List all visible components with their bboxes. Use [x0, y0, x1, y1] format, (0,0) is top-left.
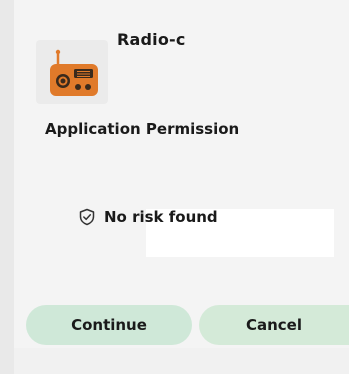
- app-icon-tile: [36, 40, 108, 104]
- section-title: Application Permission: [45, 120, 240, 138]
- left-edge-strip: [0, 0, 14, 374]
- bottom-edge: [14, 348, 349, 374]
- shield-check-icon: [79, 208, 95, 226]
- continue-button[interactable]: Continue: [26, 305, 192, 345]
- radio-icon: [50, 49, 98, 96]
- risk-status-text: No risk found: [104, 208, 218, 226]
- risk-status: No risk found: [78, 205, 218, 229]
- app-name: Radio-c: [117, 30, 186, 49]
- cancel-button[interactable]: Cancel: [199, 305, 349, 345]
